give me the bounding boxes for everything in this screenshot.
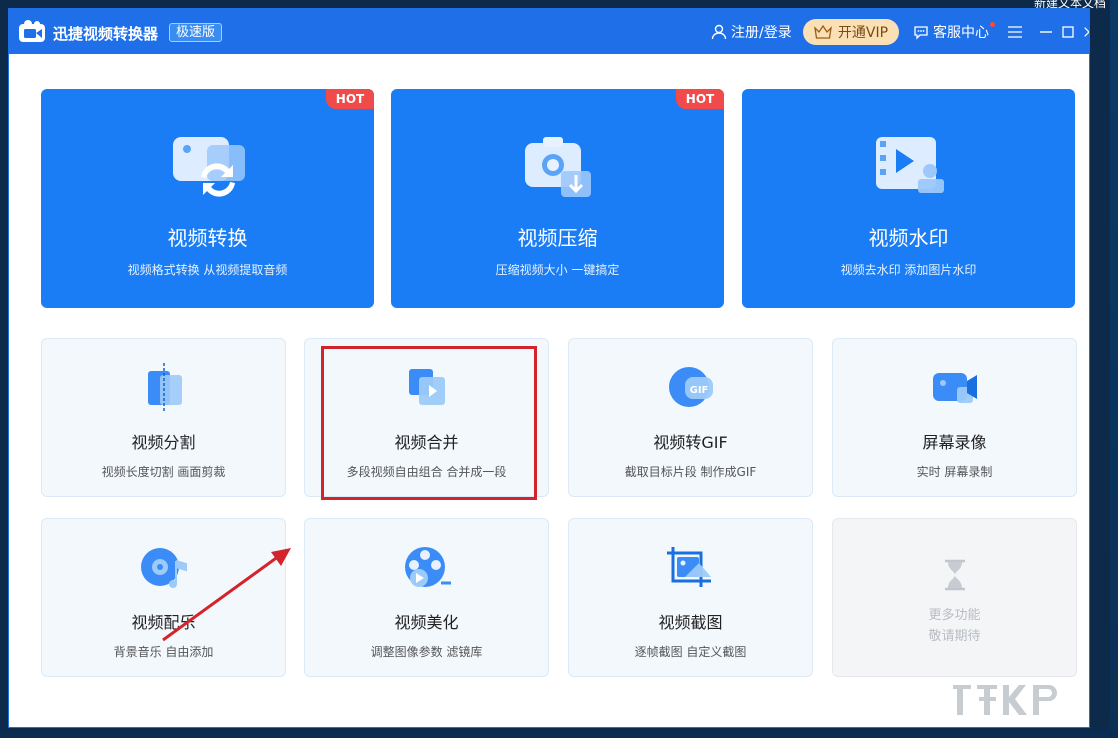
video-compress-icon: [525, 137, 591, 197]
card-title: 视频美化: [394, 613, 459, 632]
card-subtitle: 视频去水印 添加图片水印: [840, 263, 977, 277]
card-subtitle: 背景音乐 自由添加: [113, 645, 214, 659]
card-subtitle: 压缩视频大小 一键搞定: [495, 263, 620, 277]
minimize-icon: [1040, 31, 1052, 33]
more-features-label: 更多功能: [928, 608, 981, 623]
card-title: 视频分割: [131, 433, 196, 452]
video-screenshot-card[interactable]: 视频截图 逐帧截图 自定义截图: [568, 518, 813, 677]
highlight-annotation: [321, 346, 537, 500]
card-subtitle: 实时 屏幕录制: [916, 465, 993, 479]
close-icon: [1084, 27, 1089, 37]
screen-record-icon: [932, 373, 977, 403]
edition-badge: 极速版: [169, 23, 223, 42]
gif-icon: GIF: [668, 367, 713, 407]
notification-dot: [990, 22, 995, 27]
watermark-logo: [953, 685, 1057, 715]
video-split-card[interactable]: 视频分割 视频长度切割 画面剪裁: [41, 338, 286, 497]
hot-badge: HOT: [326, 89, 374, 109]
support-button[interactable]: 客服中心: [913, 9, 995, 54]
video-watermark-card[interactable]: 视频水印 视频去水印 添加图片水印: [742, 89, 1075, 308]
close-button[interactable]: [1079, 22, 1089, 42]
video-watermark-icon: [876, 137, 944, 193]
maximize-icon: [1062, 26, 1074, 38]
card-subtitle: 视频格式转换 从视频提取音频: [127, 263, 288, 277]
video-compress-card[interactable]: HOT 视频压缩 压缩视频大小 一键搞定: [391, 89, 724, 308]
user-icon: [711, 24, 727, 39]
card-title: 视频转换: [167, 226, 248, 250]
login-button[interactable]: 注册/登录: [711, 9, 792, 54]
login-label: 注册/登录: [731, 24, 792, 41]
card-subtitle: 截取目标片段 制作成GIF: [624, 465, 757, 479]
video-convert-card[interactable]: HOT 视频转换 视频格式转换 从视频提取音频: [41, 89, 374, 308]
film-reel-icon: [404, 547, 451, 587]
vip-label: 开通VIP: [837, 25, 889, 41]
arrow-annotation: [162, 548, 291, 642]
screen-record-card[interactable]: 屏幕录像 实时 屏幕录制: [832, 338, 1077, 497]
card-title: 视频水印: [868, 226, 949, 250]
more-features-card: 更多功能 敬请期待: [832, 518, 1077, 677]
card-title: 屏幕录像: [922, 433, 987, 452]
hourglass-icon: [944, 559, 965, 591]
card-title: 视频截图: [658, 613, 723, 632]
menu-button[interactable]: [1005, 22, 1025, 42]
card-subtitle: 调整图像参数 滤镜库: [370, 645, 483, 659]
desktop-background: [1110, 0, 1118, 738]
chat-icon: [914, 25, 928, 40]
card-title: 视频转GIF: [653, 433, 728, 452]
desktop-background-bottom: [0, 730, 1118, 738]
support-label: 客服中心: [933, 24, 989, 41]
hot-badge: HOT: [676, 89, 724, 109]
app-window: 迅捷视频转换器 极速版 注册/登录 开通VIP 客服中心 HOT 视频转换 视频…: [8, 8, 1090, 728]
svg-text:GIF: GIF: [689, 385, 708, 396]
card-subtitle: 视频长度切割 画面剪裁: [101, 465, 226, 479]
video-split-icon: [147, 363, 182, 413]
app-logo-icon: [19, 20, 45, 42]
crown-icon: [813, 25, 832, 39]
maximize-button[interactable]: [1058, 22, 1078, 42]
hamburger-icon: [1008, 26, 1022, 38]
video-beautify-card[interactable]: 视频美化 调整图像参数 滤镜库: [304, 518, 549, 677]
vip-button[interactable]: 开通VIP: [803, 19, 899, 45]
card-title: 视频压缩: [517, 226, 598, 250]
video-to-gif-card[interactable]: GIF 视频转GIF 截取目标片段 制作成GIF: [568, 338, 813, 497]
title-bar: 迅捷视频转换器 极速版 注册/登录 开通VIP 客服中心: [9, 9, 1089, 54]
minimize-button[interactable]: [1036, 22, 1056, 42]
coming-soon-label: 敬请期待: [928, 629, 981, 644]
screenshot-icon: [666, 547, 711, 587]
app-title: 迅捷视频转换器: [53, 25, 159, 43]
card-subtitle: 逐帧截图 自定义截图: [634, 645, 747, 659]
video-convert-icon: [173, 137, 245, 197]
